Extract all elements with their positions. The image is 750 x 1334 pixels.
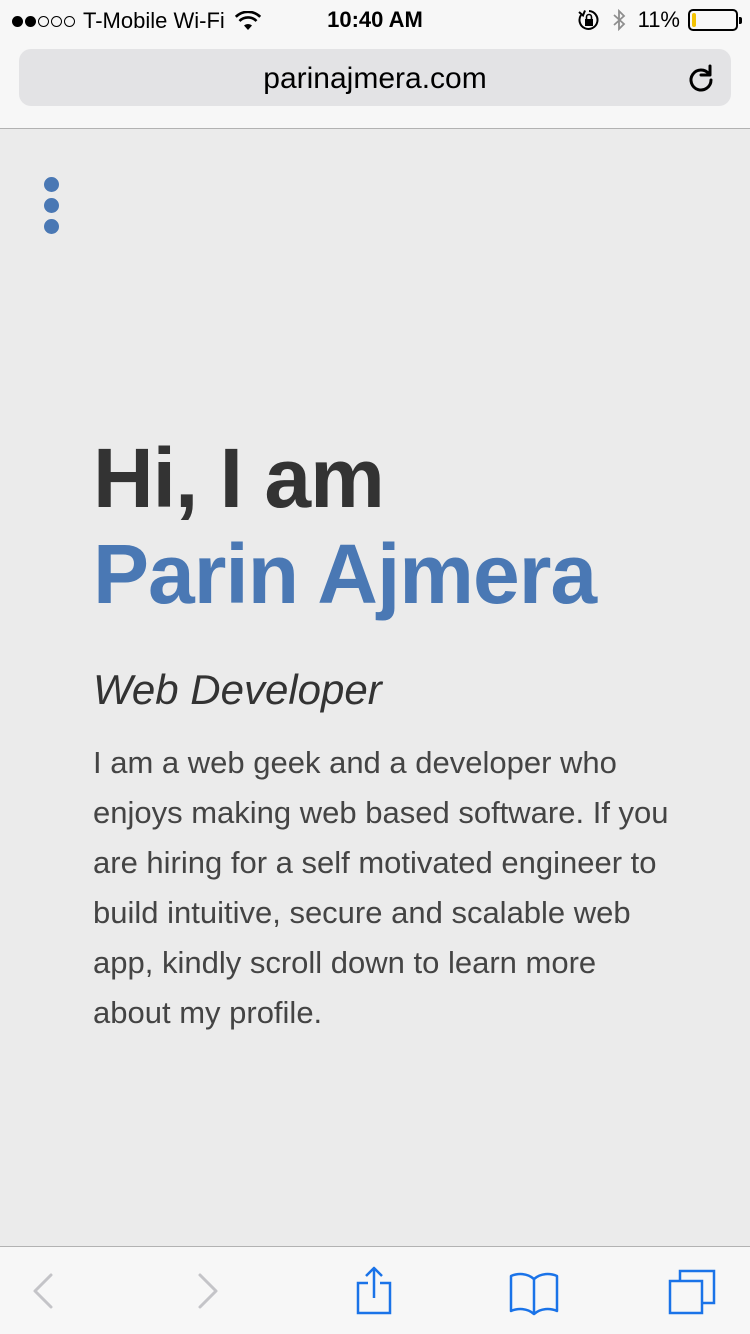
status-right: 11%: [577, 7, 742, 33]
back-icon[interactable]: [17, 1265, 69, 1317]
url-text[interactable]: parinajmera.com: [19, 62, 731, 96]
tabs-icon[interactable]: [666, 1265, 718, 1317]
share-icon[interactable]: [348, 1265, 400, 1317]
browser-address-area: parinajmera.com: [0, 40, 750, 129]
greeting-heading: Hi, I am: [93, 431, 385, 525]
bookmarks-icon[interactable]: [508, 1265, 560, 1317]
forward-icon[interactable]: [182, 1265, 234, 1317]
address-bar[interactable]: parinajmera.com: [19, 49, 731, 106]
role-title: Web Developer: [93, 666, 382, 713]
browser-toolbar: [0, 1246, 750, 1334]
bio-paragraph: I am a web geek and a developer who enjo…: [93, 745, 669, 1030]
vertical-dots-icon[interactable]: [40, 177, 62, 234]
menu-dot: [43, 198, 59, 213]
hero-section: Hi, I am Parin Ajmera Web Developer I am…: [93, 430, 693, 1038]
battery-level-fill: [692, 13, 696, 27]
reload-icon[interactable]: [685, 62, 717, 94]
menu-dot: [43, 219, 59, 234]
name-heading: Parin Ajmera: [93, 527, 597, 621]
bluetooth-icon: [608, 8, 630, 32]
battery-percent: 11%: [637, 7, 680, 32]
battery-icon: [688, 9, 742, 31]
orientation-lock-icon: [577, 9, 600, 31]
status-bar: T-Mobile Wi-Fi 10:40 AM 11%: [0, 0, 750, 40]
menu-dot: [43, 177, 59, 192]
